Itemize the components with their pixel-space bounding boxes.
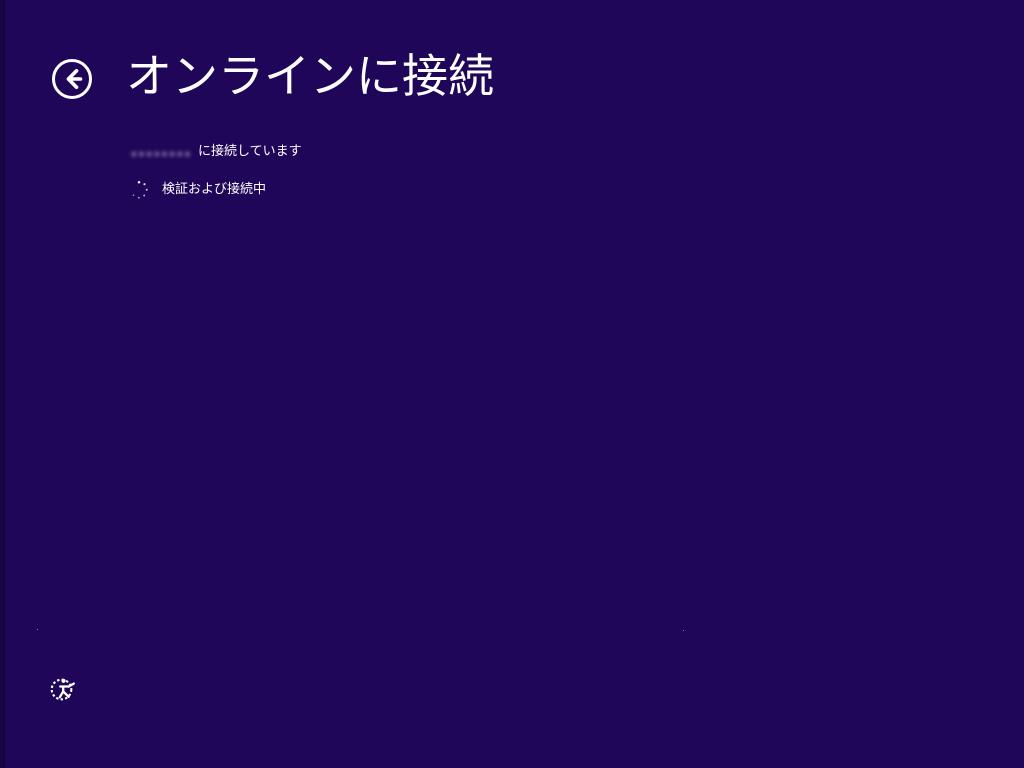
connecting-status: •••••••• に接続しています (130, 142, 302, 162)
background-noise-dot (683, 630, 684, 631)
ease-of-access-icon (50, 678, 75, 701)
ease-of-access-button[interactable] (46, 672, 80, 706)
back-button[interactable] (50, 57, 94, 101)
oobe-online-connection-screen: オンラインに接続 •••••••• に接続しています 検証および接続中 (0, 0, 1024, 768)
connecting-message: に接続しています (198, 144, 302, 159)
page-title: オンラインに接続 (126, 49, 494, 103)
verification-status: 検証および接続中 (128, 180, 266, 200)
background-noise-dot (37, 629, 38, 630)
loading-spinner-icon (128, 179, 150, 201)
network-name-blurred: •••••••• (130, 148, 192, 158)
verification-message: 検証および接続中 (162, 182, 267, 197)
back-arrow-icon (52, 59, 92, 99)
left-edge-strip (0, 0, 5, 768)
